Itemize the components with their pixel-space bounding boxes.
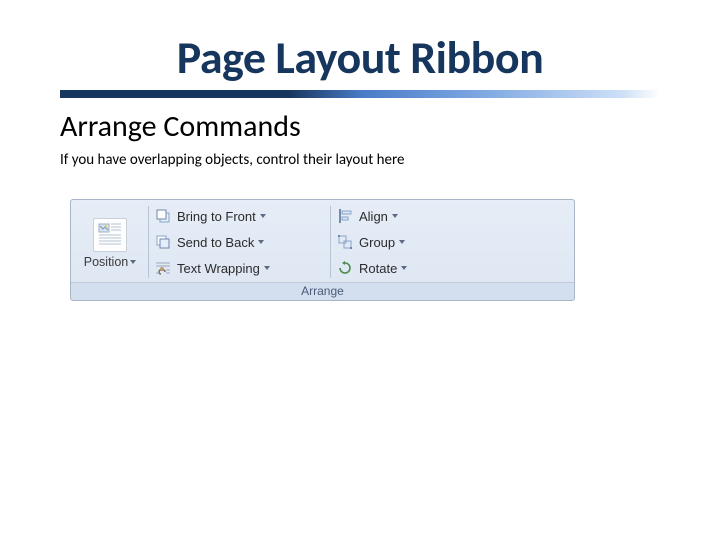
cmd-label: Group [359,235,395,250]
align-icon [336,207,354,225]
send-to-back-icon [154,233,172,251]
divider [330,206,331,278]
arrange-ribbon-group: Position Bring to Front [70,199,575,301]
chevron-down-icon [258,240,264,244]
cmd-label: Send to Back [177,235,254,250]
bring-to-front-button[interactable]: Bring to Front [152,204,327,228]
chevron-down-icon [399,240,405,244]
chevron-down-icon [401,266,407,270]
slide-subtitle: Arrange Commands [60,108,660,145]
position-label: Position [84,255,128,269]
align-button[interactable]: Align [334,204,444,228]
chevron-down-icon [264,266,270,270]
position-button[interactable]: Position [75,204,145,280]
ribbon-group-label: Arrange [71,282,574,300]
text-wrapping-icon [154,259,172,277]
title-underline [60,90,660,98]
chevron-down-icon [260,214,266,218]
position-icon [93,218,127,252]
cmd-label: Text Wrapping [177,261,260,276]
rotate-button[interactable]: Rotate [334,256,444,280]
send-to-back-button[interactable]: Send to Back [152,230,327,254]
cmd-label: Align [359,209,388,224]
rotate-icon [336,259,354,277]
divider [148,206,149,278]
text-wrapping-button[interactable]: Text Wrapping [152,256,327,280]
group-button[interactable]: Group [334,230,444,254]
slide-description: If you have overlapping objects, control… [60,151,660,169]
chevron-down-icon [130,260,136,264]
bring-to-front-icon [154,207,172,225]
group-icon [336,233,354,251]
slide-title: Page Layout Ribbon [60,30,660,86]
cmd-label: Bring to Front [177,209,256,224]
chevron-down-icon [392,214,398,218]
cmd-label: Rotate [359,261,397,276]
